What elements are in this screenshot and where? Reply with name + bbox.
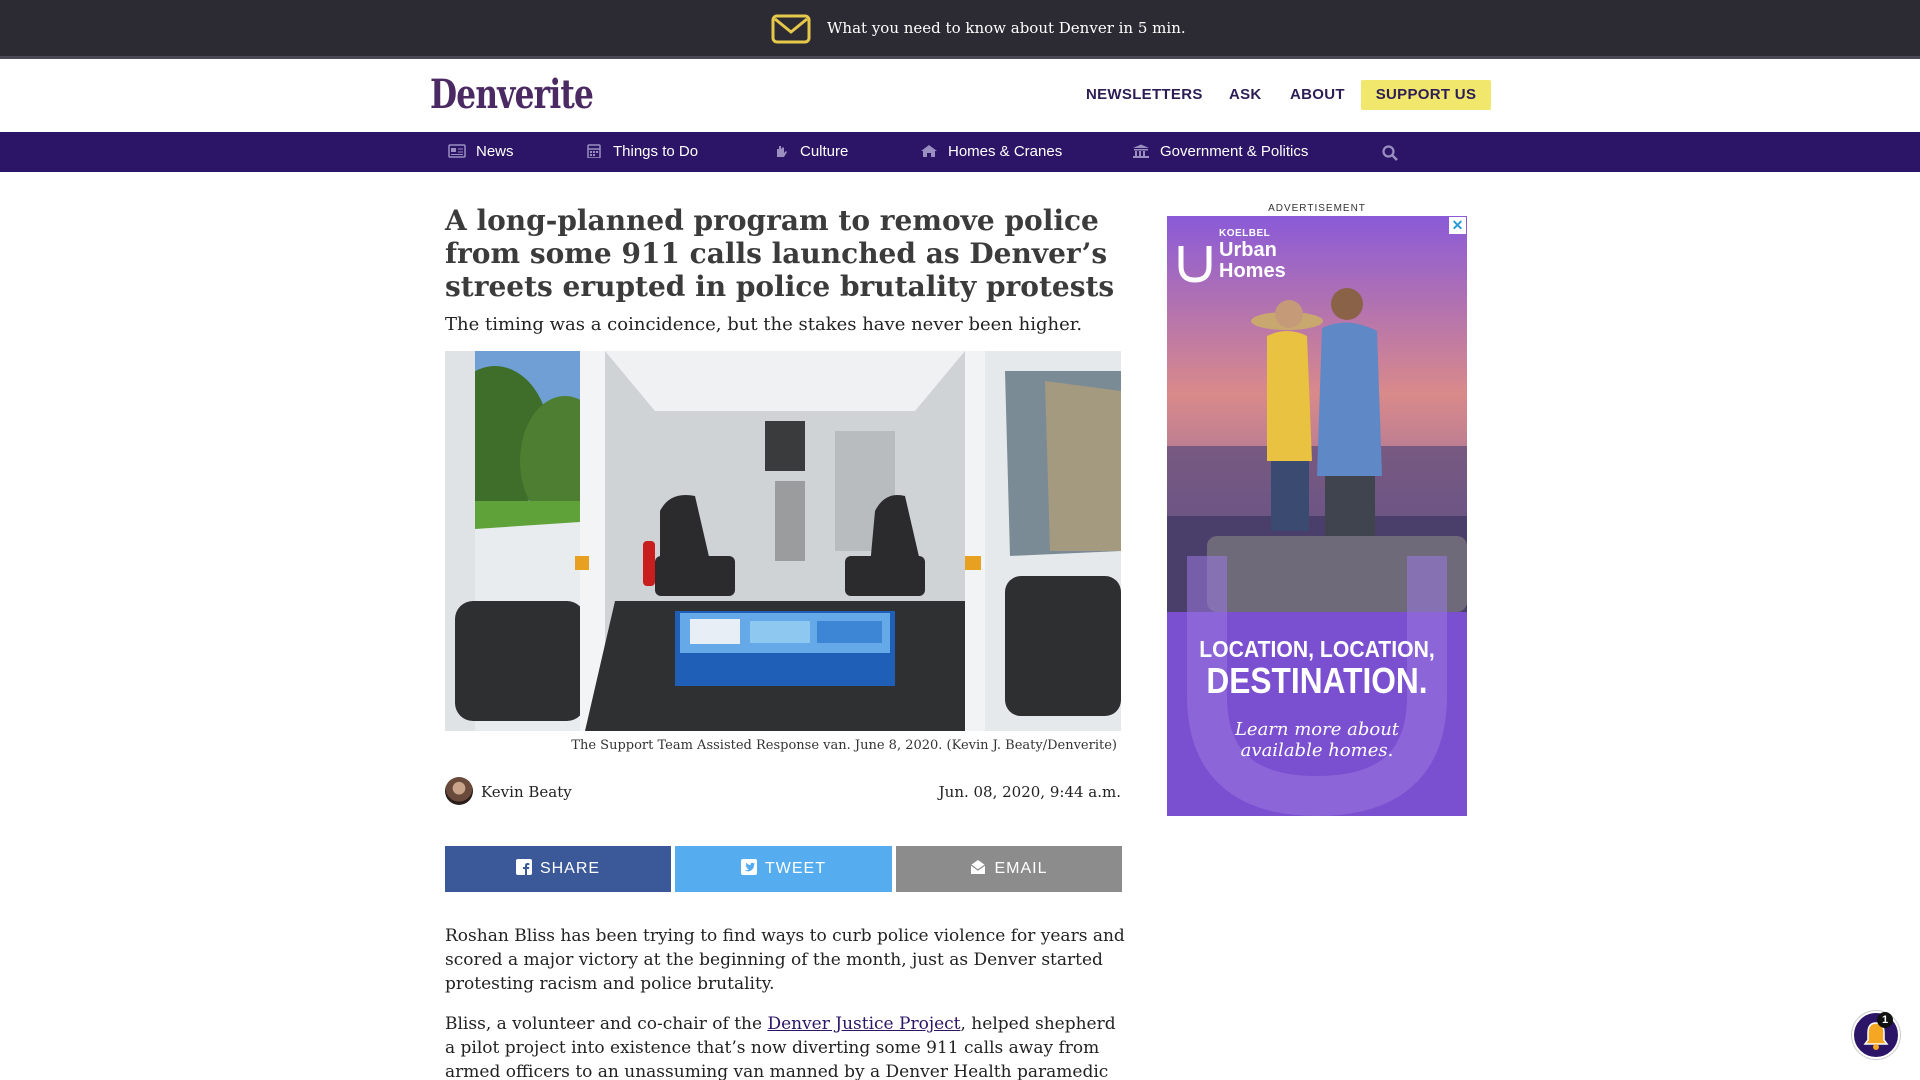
category-label: Homes & Cranes [948,143,1063,160]
category-nav: News Things to Do Culture Homes & Cranes… [0,132,1920,172]
newsletter-promo-bar[interactable]: What you need to know about Denver in 5 … [0,0,1920,59]
article-paragraph: Roshan Bliss has been trying to find way… [445,926,1125,994]
category-homes-cranes[interactable]: Homes & Cranes [920,132,1062,172]
site-header: Denverite NEWSLETTERS ASK ABOUT SUPPORT … [0,62,1920,132]
van-interior-image [445,351,1121,731]
capitol-building-icon [1133,144,1149,158]
denverite-logo[interactable]: Denverite [430,71,594,118]
category-label: Culture [800,143,849,160]
nav-about-link[interactable]: ABOUT [1290,80,1345,110]
author-avatar[interactable] [445,777,473,805]
newspaper-icon [448,144,466,158]
twitter-icon [741,859,757,875]
hand-icon [777,146,787,157]
ad-headline: DESTINATION. [1206,660,1428,701]
twitter-tweet-button[interactable]: TWEET [675,846,892,892]
category-label: Government & Politics [1160,143,1309,160]
article-headline: A long-planned program to remove police … [445,204,1115,303]
calendar-icon [587,144,601,158]
ad-brand: Urban Homes [1219,240,1286,282]
envelope-icon [771,14,811,44]
nav-newsletters-link[interactable]: NEWSLETTERS [1086,80,1203,110]
category-label: Things to Do [613,143,699,160]
article-paragraph: Bliss, a volunteer and co-chair of the D… [445,1012,1125,1080]
share-label: EMAIL [994,860,1048,877]
category-label: News [476,143,514,160]
photo-caption: The Support Team Assisted Response van. … [571,738,1117,753]
ad-subtext: Learn more about available homes. [1167,719,1467,761]
support-us-button[interactable]: SUPPORT US [1361,80,1491,110]
author-name[interactable]: Kevin Beaty [481,783,572,801]
ad-subtext-line: available homes. [1240,740,1394,761]
facebook-share-button[interactable]: SHARE [445,846,671,892]
search-icon[interactable] [1381,144,1399,162]
ad-brand-line: Urban [1219,239,1277,261]
facebook-icon [515,859,532,875]
nav-ask-link[interactable]: ASK [1229,80,1262,110]
advertisement-banner[interactable]: KOELBEL Urban Homes LOCATION, LOCATION, D… [1167,216,1467,816]
paragraph-text: Bliss, a volunteer and co-chair of the [445,1014,768,1034]
notification-badge: 1 [1877,1012,1893,1028]
ad-brand-small: KOELBEL [1219,228,1271,239]
email-share-button[interactable]: EMAIL [896,846,1122,892]
share-label: SHARE [539,860,601,877]
ad-subtext-line: Learn more about [1234,719,1400,740]
envelope-open-icon [971,860,986,874]
ad-close-icon[interactable]: ✕ [1449,217,1466,234]
advertisement-label: ADVERTISEMENT [1268,203,1366,214]
ad-brand-line: Homes [1219,260,1286,282]
category-news[interactable]: News [448,132,514,172]
article-lead-photo[interactable] [445,351,1121,731]
house-icon [921,145,937,157]
article-dek: The timing was a coincidence, but the st… [445,314,1083,335]
denver-justice-project-link[interactable]: Denver Justice Project [767,1014,960,1034]
category-culture[interactable]: Culture [772,132,848,172]
ad-headline: LOCATION, LOCATION, [1199,636,1435,662]
publish-date: Jun. 08, 2020, 9:44 a.m. [938,783,1121,801]
newsletter-promo-text[interactable]: What you need to know about Denver in 5 … [827,19,1186,37]
category-things-to-do[interactable]: Things to Do [585,132,698,172]
share-label: TWEET [765,860,826,877]
category-government-politics[interactable]: Government & Politics [1132,132,1308,172]
